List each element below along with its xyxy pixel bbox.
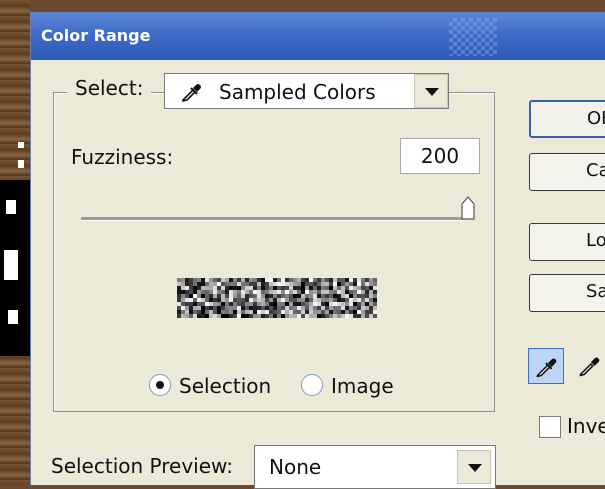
- chevron-down-icon: [425, 88, 439, 96]
- selection-preview-value: None: [269, 455, 322, 479]
- background-mark: [8, 310, 18, 324]
- selection-radio-label: Selection: [179, 374, 272, 398]
- fuzziness-slider[interactable]: [81, 217, 465, 221]
- fuzziness-label: Fuzziness:: [71, 145, 174, 169]
- ok-button[interactable]: OK: [529, 100, 605, 138]
- fuzziness-input[interactable]: 200: [400, 138, 480, 174]
- eyedropper-plus-icon: [579, 357, 600, 377]
- add-to-sample-tool[interactable]: [572, 348, 605, 384]
- selection-preview-image: [177, 278, 377, 318]
- load-button[interactable]: Load: [529, 223, 605, 261]
- invert-checkbox[interactable]: [539, 416, 561, 438]
- image-radio[interactable]: [301, 374, 323, 396]
- background-mark: [18, 160, 24, 168]
- dialog-title: Color Range: [41, 26, 151, 45]
- background-mark: [18, 142, 24, 148]
- eyedropper-icon: [536, 358, 557, 378]
- eyedropper-icon: [182, 84, 201, 103]
- background-mark: [4, 250, 18, 280]
- selection-preview-dropdown-button[interactable]: [457, 450, 491, 484]
- select-dropdown[interactable]: Sampled Colors: [164, 73, 449, 109]
- radio-dot: [156, 381, 164, 389]
- slider-thumb[interactable]: [461, 196, 475, 220]
- background-mark: [6, 200, 16, 214]
- title-bar-pattern: [449, 18, 497, 56]
- selection-preview-label: Selection Preview:: [51, 454, 234, 478]
- invert-label: Invert: [567, 414, 605, 438]
- select-label: Select:: [67, 76, 152, 100]
- selection-preview-dropdown[interactable]: None: [254, 445, 496, 489]
- cancel-button[interactable]: Cancel: [529, 153, 605, 191]
- color-range-dialog: Color Range Select: Sampled Colors Fuzzi…: [30, 12, 605, 489]
- save-button[interactable]: Save: [529, 274, 605, 312]
- selection-radio[interactable]: [149, 374, 171, 396]
- eyedropper-tool[interactable]: [528, 348, 564, 384]
- select-dropdown-button[interactable]: [414, 74, 448, 108]
- select-value: Sampled Colors: [219, 80, 376, 104]
- preview-pixel: [373, 314, 377, 318]
- title-bar[interactable]: Color Range: [31, 12, 605, 60]
- image-radio-label: Image: [331, 374, 394, 398]
- chevron-down-icon: [468, 464, 482, 472]
